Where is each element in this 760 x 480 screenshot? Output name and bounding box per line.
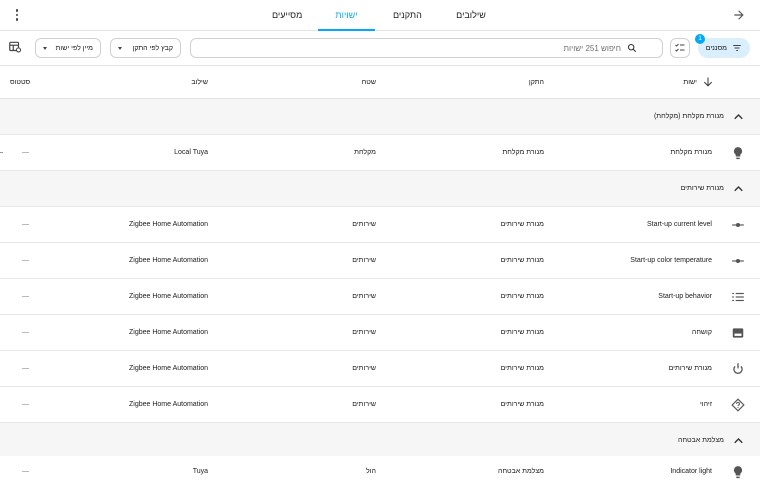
- entity-device: מנורת שירותים: [500, 257, 544, 264]
- table-row[interactable]: מנורת שירותים מנורת שירותים שירותים Zigb…: [0, 351, 760, 387]
- entity-area: שירותים: [352, 293, 376, 300]
- selection-mode-button[interactable]: [670, 38, 690, 58]
- entity-name: Indicator light: [670, 468, 712, 475]
- group-header[interactable]: מנורת שירותים: [0, 171, 760, 207]
- bulb-icon: [733, 147, 743, 160]
- group-label: מנורת שירותים: [680, 185, 724, 192]
- column-header-status[interactable]: סטטוס: [10, 66, 30, 99]
- entity-status: —: [22, 329, 29, 336]
- tab-helpers[interactable]: מסייעים: [272, 0, 302, 31]
- entity-status: —: [22, 149, 29, 156]
- entity-name: מנורת שירותים: [668, 365, 712, 372]
- chevron-up-icon[interactable]: [734, 113, 743, 120]
- filters-count-badge: 1: [695, 34, 705, 44]
- filters-button[interactable]: 1 מסננים: [695, 34, 750, 58]
- search-input[interactable]: [191, 43, 621, 53]
- entity-integration: Zigbee Home Automation: [129, 401, 208, 408]
- column-header-integration[interactable]: שילוב: [191, 66, 208, 99]
- firmware-panel-icon: [732, 328, 744, 338]
- table-row[interactable]: זיהוי מנורת שירותים שירותים Zigbee Home …: [0, 387, 760, 423]
- entity-device: מנורת מקלחת: [502, 149, 544, 156]
- list-icon: [732, 292, 744, 302]
- entity-integration: Tuya: [192, 468, 208, 475]
- entity-area: שירותים: [352, 401, 376, 408]
- entity-integration: Zigbee Home Automation: [129, 257, 208, 264]
- filters-label: מסננים: [705, 44, 727, 52]
- power-icon: [733, 363, 743, 374]
- entity-device: מנורת שירותים: [500, 365, 544, 372]
- entity-area: שירותים: [352, 329, 376, 336]
- entity-area: שירותים: [352, 221, 376, 228]
- entity-device: מנורת שירותים: [500, 329, 544, 336]
- entity-area: שירותים: [352, 365, 376, 372]
- table-row[interactable]: Start-up behavior מנורת שירותים שירותים …: [0, 279, 760, 315]
- help-rhombus-icon: [731, 398, 745, 412]
- entity-status: —: [22, 468, 29, 475]
- entity-name: Start-up color temperature: [630, 257, 712, 264]
- entity-integration: Zigbee Home Automation: [129, 329, 208, 336]
- table-row[interactable]: Start-up current level מנורת שירותים שיר…: [0, 207, 760, 243]
- entity-integration: Zigbee Home Automation: [129, 365, 208, 372]
- entity-area: שירותים: [352, 257, 376, 264]
- arrow-forward-icon[interactable]: [732, 8, 746, 22]
- top-app-bar: מסייעים ישויות התקנים שילובים: [0, 0, 760, 31]
- entity-status: —: [22, 257, 29, 264]
- group-by-label: קבץ לפי התקן: [132, 44, 173, 52]
- table-header: ישות התקן שטח שילוב סטטוס: [0, 65, 760, 99]
- group-label: מצלמת אבטחה: [678, 437, 724, 444]
- slider-icon: [732, 258, 744, 264]
- entity-name: Start-up behavior: [658, 293, 712, 300]
- entity-integration: Zigbee Home Automation: [129, 293, 208, 300]
- search-field[interactable]: [190, 38, 663, 58]
- entity-name: קושחה: [691, 329, 712, 336]
- entity-status: —: [22, 293, 29, 300]
- toolbar: מיין לפי ישות קבץ לפי התקן 1 מסננים: [0, 31, 760, 65]
- chevron-up-icon[interactable]: [734, 437, 743, 444]
- checklist-icon: [675, 43, 685, 52]
- table-row[interactable]: קושחה מנורת שירותים שירותים Zigbee Home …: [0, 315, 760, 351]
- caret-down-icon: [118, 46, 122, 50]
- column-header-device[interactable]: התקן: [529, 66, 544, 99]
- table-settings-icon[interactable]: [8, 40, 22, 54]
- row-marker: [0, 152, 3, 153]
- group-header[interactable]: מצלמת אבטחה: [0, 423, 760, 459]
- column-header-area[interactable]: שטח: [362, 66, 376, 99]
- chevron-up-icon[interactable]: [734, 185, 743, 192]
- tab-entities[interactable]: ישויות: [318, 0, 375, 31]
- entity-integration: Local Tuya: [174, 149, 208, 156]
- entity-device: מנורת שירותים: [500, 293, 544, 300]
- sort-by-dropdown[interactable]: מיין לפי ישות: [35, 38, 101, 58]
- tab-devices[interactable]: התקנים: [393, 0, 422, 31]
- tab-integrations[interactable]: שילובים: [456, 0, 486, 31]
- table-row[interactable]: מנורת מקלחת מנורת מקלחת מקלחת Local Tuya…: [0, 135, 760, 171]
- entity-status: —: [22, 221, 29, 228]
- entity-area: הול: [366, 468, 376, 475]
- entity-name: זיהוי: [699, 401, 712, 408]
- entity-device: מנורת שירותים: [500, 401, 544, 408]
- entity-name: Start-up current level: [647, 221, 712, 228]
- sort-descending-icon[interactable]: [702, 76, 714, 88]
- group-by-dropdown[interactable]: קבץ לפי התקן: [110, 38, 181, 58]
- table-row[interactable]: Indicator light מצלמת אבטחה הול Tuya —: [0, 456, 760, 480]
- entity-status: —: [22, 365, 29, 372]
- sort-by-label: מיין לפי ישות: [55, 44, 93, 52]
- filter-icon: [733, 45, 741, 51]
- column-header-entity[interactable]: ישות: [683, 66, 697, 99]
- entity-device: מנורת שירותים: [500, 221, 544, 228]
- entity-name: מנורת מקלחת: [670, 149, 712, 156]
- slider-icon: [732, 222, 744, 228]
- table-row[interactable]: Start-up color temperature מנורת שירותים…: [0, 243, 760, 279]
- entity-status: —: [22, 401, 29, 408]
- bulb-icon: [733, 466, 743, 479]
- entity-area: מקלחת: [354, 149, 376, 156]
- group-header[interactable]: מנורת מקלחת (מקלחת): [0, 99, 760, 135]
- group-label: מנורת מקלחת (מקלחת): [653, 113, 724, 120]
- entity-integration: Zigbee Home Automation: [129, 221, 208, 228]
- entity-device: מצלמת אבטחה: [498, 468, 544, 475]
- overflow-menu-icon[interactable]: [10, 7, 24, 23]
- caret-down-icon: [43, 46, 47, 50]
- search-icon: [627, 43, 637, 53]
